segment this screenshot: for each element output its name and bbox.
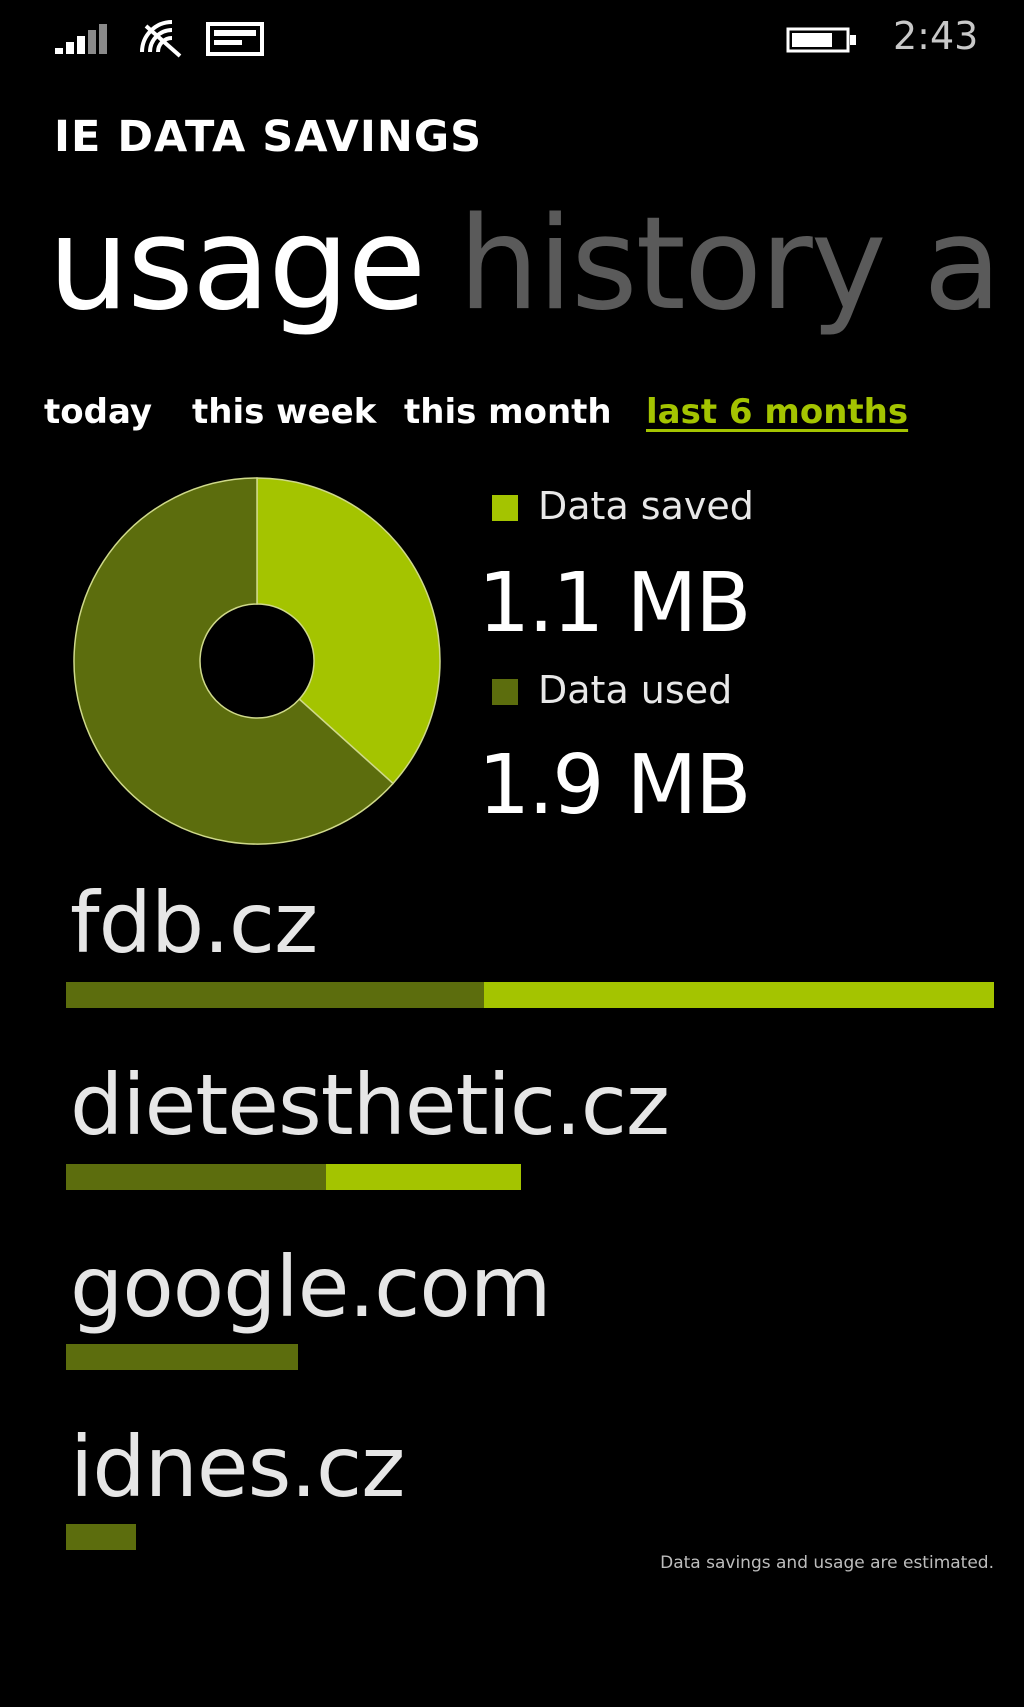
pivot-item-usage[interactable]: usage: [48, 190, 426, 339]
signal-icon: [55, 24, 107, 54]
site-usage-bar: [66, 1524, 136, 1550]
legend-label-saved: Data saved: [538, 484, 754, 528]
site-name-fdb[interactable]: fdb.cz: [70, 874, 318, 972]
used-segment: [66, 1164, 326, 1190]
estimate-footnote: Data savings and usage are estimated.: [660, 1553, 994, 1573]
site-usage-bar: [66, 982, 994, 1008]
pivot-item-history[interactable]: history a: [458, 190, 1001, 339]
data-used-value: 1.9 MB: [478, 738, 751, 833]
site-name-idnes[interactable]: idnes.cz: [70, 1418, 405, 1516]
app-title: IE DATA SAVINGS: [54, 112, 483, 162]
message-icon: [206, 22, 264, 56]
filter-this-month[interactable]: this month: [404, 392, 612, 432]
filter-today[interactable]: today: [44, 392, 152, 432]
filter-this-week[interactable]: this week: [192, 392, 376, 432]
status-bar: 2:43: [0, 0, 1024, 80]
used-segment: [66, 1344, 298, 1370]
saved-segment: [484, 982, 994, 1008]
site-usage-bar: [66, 1344, 298, 1370]
legend-swatch-saved: [492, 495, 518, 521]
filter-last-6-months[interactable]: last 6 months: [646, 392, 908, 432]
clock: 2:43: [893, 14, 979, 58]
legend-swatch-used: [492, 679, 518, 705]
app-root: 2:43 IE DATA SAVINGS usage history a toda…: [0, 0, 1024, 1707]
site-name-dietesthetic[interactable]: dietesthetic.cz: [70, 1056, 670, 1154]
battery-icon: [786, 27, 856, 53]
data-donut-chart: [73, 477, 441, 845]
site-usage-bar: [66, 1164, 521, 1190]
wifi-icon: [140, 20, 182, 58]
site-name-google[interactable]: google.com: [70, 1238, 552, 1336]
used-segment: [66, 982, 484, 1008]
saved-segment: [326, 1164, 521, 1190]
pivot-header: usage history a: [48, 190, 1024, 340]
legend-item-data-used: Data used: [492, 668, 732, 712]
used-segment: [66, 1524, 136, 1550]
legend-label-used: Data used: [538, 668, 733, 712]
data-saved-value: 1.1 MB: [478, 556, 751, 651]
legend-item-data-saved: Data saved: [492, 484, 754, 528]
